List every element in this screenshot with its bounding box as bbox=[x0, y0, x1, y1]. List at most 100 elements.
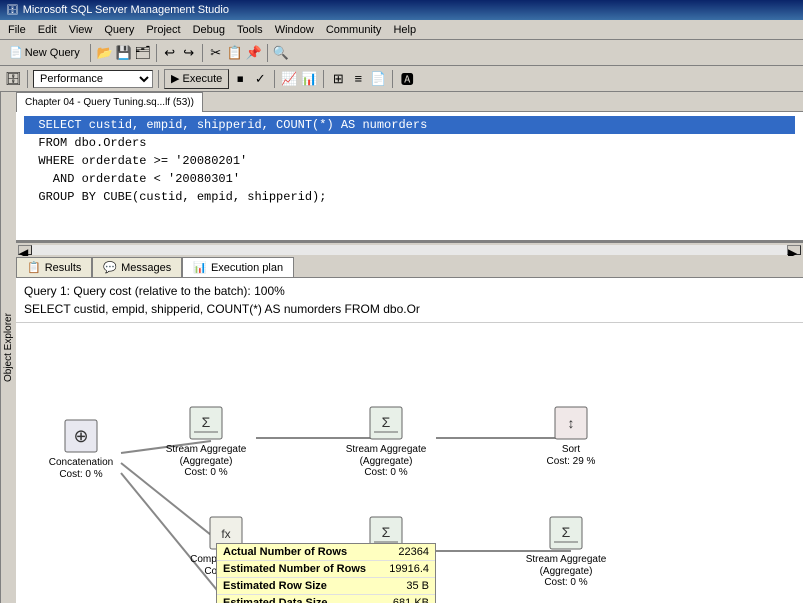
sql-line-4: AND orderdate < '20080301' bbox=[24, 170, 795, 188]
include-stats-icon[interactable]: 📈 bbox=[280, 70, 298, 88]
node-concatenation[interactable]: ⊕ Concatenation Cost: 0 % bbox=[36, 418, 126, 480]
results-file-icon[interactable]: 📄 bbox=[369, 70, 387, 88]
plan-header-line2: SELECT custid, empid, shipperid, COUNT(*… bbox=[24, 300, 795, 318]
horizontal-scrollbar[interactable]: ◀ ▶ bbox=[16, 242, 803, 256]
format-icon[interactable]: 🅰 bbox=[398, 70, 416, 88]
execution-plan-tab-label: Execution plan bbox=[211, 262, 283, 274]
sql-line-3: WHERE orderdate >= '20080201' bbox=[24, 152, 795, 170]
save-all-icon[interactable]: 🗂 bbox=[134, 44, 152, 62]
stream-agg-2-icon: Σ bbox=[368, 405, 404, 441]
svg-text:⊕: ⊕ bbox=[73, 426, 88, 446]
title-bar: 🗄 Microsoft SQL Server Management Studio bbox=[0, 0, 803, 20]
results-tab-label: Results bbox=[45, 262, 82, 274]
sep-5 bbox=[27, 70, 28, 88]
tooltip-row-4: Estimated Data Size 681 KB bbox=[217, 595, 435, 603]
sep-6 bbox=[158, 70, 159, 88]
svg-text:Σ: Σ bbox=[382, 524, 391, 540]
menu-file[interactable]: File bbox=[2, 22, 32, 38]
find-icon[interactable]: 🔍 bbox=[272, 44, 290, 62]
stream-agg-4-icon: Σ bbox=[548, 515, 584, 551]
menu-window[interactable]: Window bbox=[269, 22, 320, 38]
results-grid-icon[interactable]: ⊞ bbox=[329, 70, 347, 88]
svg-text:fx: fx bbox=[221, 527, 230, 541]
plan-canvas: ⊕ Concatenation Cost: 0 % Σ bbox=[16, 323, 803, 603]
app-icon: 🗄 bbox=[6, 5, 19, 16]
tooltip-value-4: 681 KB bbox=[393, 597, 429, 603]
tooltip-label-4: Estimated Data Size bbox=[223, 597, 385, 603]
tooltip-value-2: 19916.4 bbox=[389, 563, 429, 575]
node-stream-agg-1[interactable]: Σ Stream Aggregate (Aggregate) Cost: 0 % bbox=[161, 405, 251, 478]
tooltip-label-3: Estimated Row Size bbox=[223, 580, 398, 592]
messages-tab-icon: 💬 bbox=[103, 261, 117, 274]
menu-help[interactable]: Help bbox=[387, 22, 422, 38]
concatenation-label: Concatenation bbox=[49, 456, 114, 469]
toolbar-2: 🗄 Performance ▶ Execute ⏹ ✓ 📈 📊 ⊞ ≡ 📄 🅰 bbox=[0, 66, 803, 92]
stream-agg-2-label: Stream Aggregate bbox=[346, 443, 427, 456]
node-sort[interactable]: ↕ Sort Cost: 29 % bbox=[526, 405, 616, 467]
sep-3 bbox=[202, 44, 203, 62]
redo-icon[interactable]: ↪ bbox=[180, 44, 198, 62]
app-title: Microsoft SQL Server Management Studio bbox=[23, 4, 229, 16]
menu-query[interactable]: Query bbox=[98, 22, 140, 38]
tab-results[interactable]: 📋 Results bbox=[16, 257, 92, 277]
tooltip-value-3: 35 B bbox=[406, 580, 429, 592]
tab-execution-plan[interactable]: 📊 Execution plan bbox=[182, 257, 294, 277]
new-query-label: New Query bbox=[25, 47, 80, 59]
scroll-right-btn[interactable]: ▶ bbox=[787, 245, 801, 255]
sort-label: Sort bbox=[562, 443, 580, 456]
new-query-button[interactable]: 📄 New Query bbox=[4, 42, 85, 64]
sql-editor[interactable]: SELECT custid, empid, shipperid, COUNT(*… bbox=[16, 112, 803, 242]
sql-line-1: SELECT custid, empid, shipperid, COUNT(*… bbox=[24, 116, 795, 134]
tooltip-row-2: Estimated Number of Rows 19916.4 bbox=[217, 561, 435, 578]
node-stream-agg-2[interactable]: Σ Stream Aggregate (Aggregate) Cost: 0 % bbox=[341, 405, 431, 478]
menu-tools[interactable]: Tools bbox=[231, 22, 269, 38]
tab-messages[interactable]: 💬 Messages bbox=[92, 257, 182, 277]
copy-icon[interactable]: 📋 bbox=[226, 44, 244, 62]
performance-dropdown[interactable]: Performance bbox=[33, 70, 153, 88]
menu-project[interactable]: Project bbox=[140, 22, 186, 38]
scroll-left-btn[interactable]: ◀ bbox=[18, 245, 32, 255]
menu-view[interactable]: View bbox=[63, 22, 99, 38]
execute-button[interactable]: ▶ Execute bbox=[164, 69, 229, 89]
toolbar-1: 📄 New Query 📂 💾 🗂 ↩ ↪ ✂ 📋 📌 🔍 bbox=[0, 40, 803, 66]
object-explorer-icon[interactable]: 🗄 bbox=[4, 70, 22, 88]
new-query-icon: 📄 bbox=[9, 46, 23, 59]
open-icon[interactable]: 📂 bbox=[96, 44, 114, 62]
stream-agg-1-cost: Cost: 0 % bbox=[184, 467, 227, 478]
sep-7 bbox=[274, 70, 275, 88]
sort-icon: ↕ bbox=[553, 405, 589, 441]
svg-text:Σ: Σ bbox=[562, 524, 571, 540]
execute-icon: ▶ bbox=[171, 73, 179, 85]
save-icon[interactable]: 💾 bbox=[115, 44, 133, 62]
menu-debug[interactable]: Debug bbox=[187, 22, 231, 38]
parse-icon[interactable]: ✓ bbox=[251, 70, 269, 88]
menu-edit[interactable]: Edit bbox=[32, 22, 63, 38]
main-area: Object Explorer Chapter 04 - Query Tunin… bbox=[0, 92, 803, 603]
node-stream-agg-4[interactable]: Σ Stream Aggregate (Aggregate) Cost: 0 % bbox=[521, 515, 611, 588]
object-explorer-panel[interactable]: Object Explorer bbox=[0, 92, 16, 603]
sort-cost: Cost: 29 % bbox=[547, 456, 596, 467]
query-tab-label: Chapter 04 - Query Tuning.sq...lf (53)) bbox=[25, 97, 194, 108]
sql-line-2: FROM dbo.Orders bbox=[24, 134, 795, 152]
svg-text:↕: ↕ bbox=[568, 415, 575, 431]
results-text-icon[interactable]: ≡ bbox=[349, 70, 367, 88]
results-tab-icon: 📋 bbox=[27, 261, 41, 274]
stream-agg-1-sublabel: (Aggregate) bbox=[180, 456, 233, 467]
include-plan-icon[interactable]: 📊 bbox=[300, 70, 318, 88]
cut-icon[interactable]: ✂ bbox=[207, 44, 225, 62]
tooltip-row-3: Estimated Row Size 35 B bbox=[217, 578, 435, 595]
sep-9 bbox=[392, 70, 393, 88]
sep-1 bbox=[90, 44, 91, 62]
undo-icon[interactable]: ↩ bbox=[161, 44, 179, 62]
svg-text:Σ: Σ bbox=[382, 414, 391, 430]
stream-agg-1-label: Stream Aggregate bbox=[166, 443, 247, 456]
menu-bar: File Edit View Query Project Debug Tools… bbox=[0, 20, 803, 40]
execution-plan-area: Query 1: Query cost (relative to the bat… bbox=[16, 278, 803, 603]
paste-icon[interactable]: 📌 bbox=[245, 44, 263, 62]
query-tab-item[interactable]: Chapter 04 - Query Tuning.sq...lf (53)) bbox=[16, 92, 203, 112]
sql-line-5: GROUP BY CUBE(custid, empid, shipperid); bbox=[24, 188, 795, 206]
stop-icon[interactable]: ⏹ bbox=[231, 70, 249, 88]
object-explorer-label: Object Explorer bbox=[3, 313, 14, 382]
sep-8 bbox=[323, 70, 324, 88]
menu-community[interactable]: Community bbox=[320, 22, 388, 38]
